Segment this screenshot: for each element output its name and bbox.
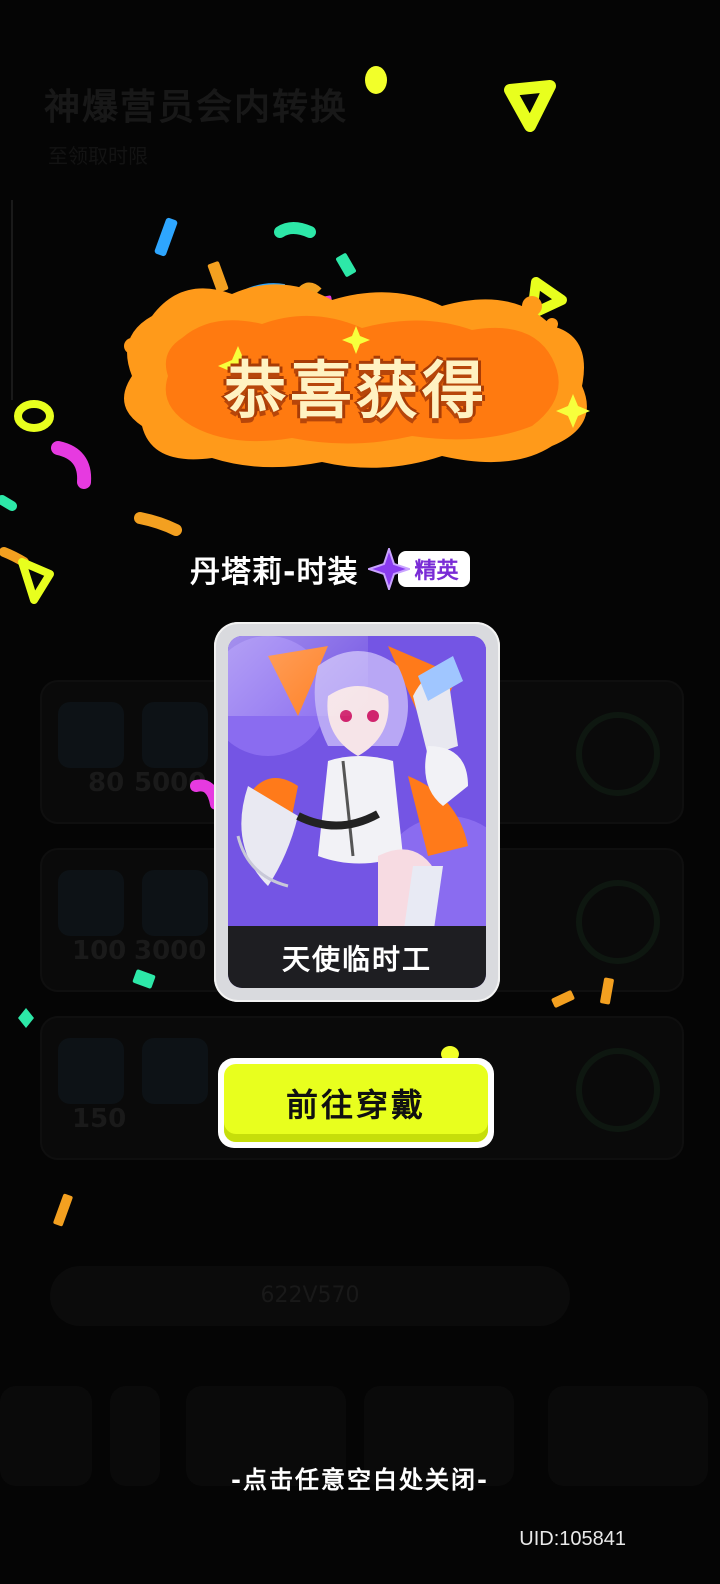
user-id: UID:105841: [519, 1528, 626, 1550]
equip-button-label[interactable]: 前往穿戴: [224, 1064, 488, 1142]
item-name-row: 丹塔莉-时装 精英: [190, 546, 471, 592]
congrats-title: 恭喜获得: [223, 354, 488, 427]
costume-card: 天使临时工: [214, 622, 500, 1002]
tap-to-close-hint[interactable]: -点击任意空白处关闭-: [0, 1460, 720, 1495]
item-name: 丹塔莉-时装: [190, 555, 359, 590]
card-gloss: [228, 636, 368, 716]
costume-name: 天使临时工: [281, 943, 432, 976]
congrats-banner: 恭喜获得: [112, 276, 600, 476]
reward-popup-screen[interactable]: 神爆营员会内转换 至领取时限 80 5000 100 3000 150 622V…: [0, 0, 720, 1584]
rarity-star-icon: [368, 548, 411, 590]
equip-button[interactable]: 前往穿戴: [218, 1058, 494, 1148]
rarity-badge: 精英: [368, 548, 471, 590]
